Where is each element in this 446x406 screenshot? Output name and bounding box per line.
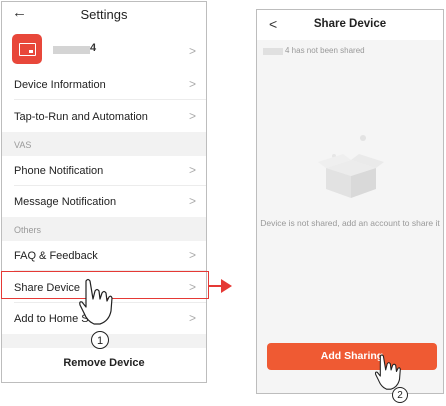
divider <box>14 185 206 186</box>
menu-item-phone-notification[interactable]: Phone Notification > <box>2 157 206 184</box>
page-title: Settings <box>80 7 128 22</box>
chevron-right-icon: > <box>188 109 196 123</box>
add-sharing-button[interactable]: Add Sharing <box>267 343 437 370</box>
chevron-right-icon: > <box>188 194 196 208</box>
menu-item-faq-feedback[interactable]: FAQ & Feedback > <box>2 242 206 269</box>
redacted-device-name <box>263 48 283 55</box>
menu-item-label: FAQ & Feedback <box>14 250 98 262</box>
menu-item-device-information[interactable]: Device Information > <box>2 71 206 98</box>
empty-state-message: Device is not shared, add an account to … <box>260 218 440 228</box>
hand-pointer-icon <box>79 278 113 325</box>
divider <box>14 99 206 100</box>
section-label: Others <box>14 225 42 235</box>
menu-item-label: Message Notification <box>14 196 117 208</box>
menu-item-label: Tap-to-Run and Automation <box>14 111 148 123</box>
arrow-head-icon <box>221 279 232 293</box>
share-device-screen: < Share Device 4 has not been shared Dev… <box>256 9 444 394</box>
menu-item-label: Device Information <box>14 79 106 91</box>
menu-item-tap-to-run[interactable]: Tap-to-Run and Automation > <box>2 103 206 130</box>
settings-header: ← Settings <box>2 2 206 26</box>
section-header-vas: VAS <box>2 132 206 156</box>
device-row[interactable]: 4 > <box>2 30 206 70</box>
step-marker-1: 1 <box>91 331 109 349</box>
chevron-right-icon: > <box>188 44 196 58</box>
menu-item-label: Phone Notification <box>14 165 104 177</box>
share-device-header: < Share Device <box>257 10 443 40</box>
step-marker-2: 2 <box>392 387 408 403</box>
redacted-device-name <box>53 46 90 54</box>
chevron-right-icon: > <box>188 311 196 325</box>
remove-device-button[interactable]: Remove Device <box>2 348 206 378</box>
device-screen-icon <box>12 34 42 64</box>
chevron-right-icon: > <box>188 248 196 262</box>
device-name: 4 <box>90 42 97 54</box>
page-title: Share Device <box>313 18 387 30</box>
chevron-right-icon: > <box>188 77 196 91</box>
chevron-right-icon: > <box>188 163 196 177</box>
share-status-text: 4 has not been shared <box>285 46 365 55</box>
menu-item-message-notification[interactable]: Message Notification > <box>2 188 206 215</box>
section-label: VAS <box>14 140 32 150</box>
empty-box-icon <box>318 135 384 198</box>
section-header-others: Others <box>2 217 206 241</box>
